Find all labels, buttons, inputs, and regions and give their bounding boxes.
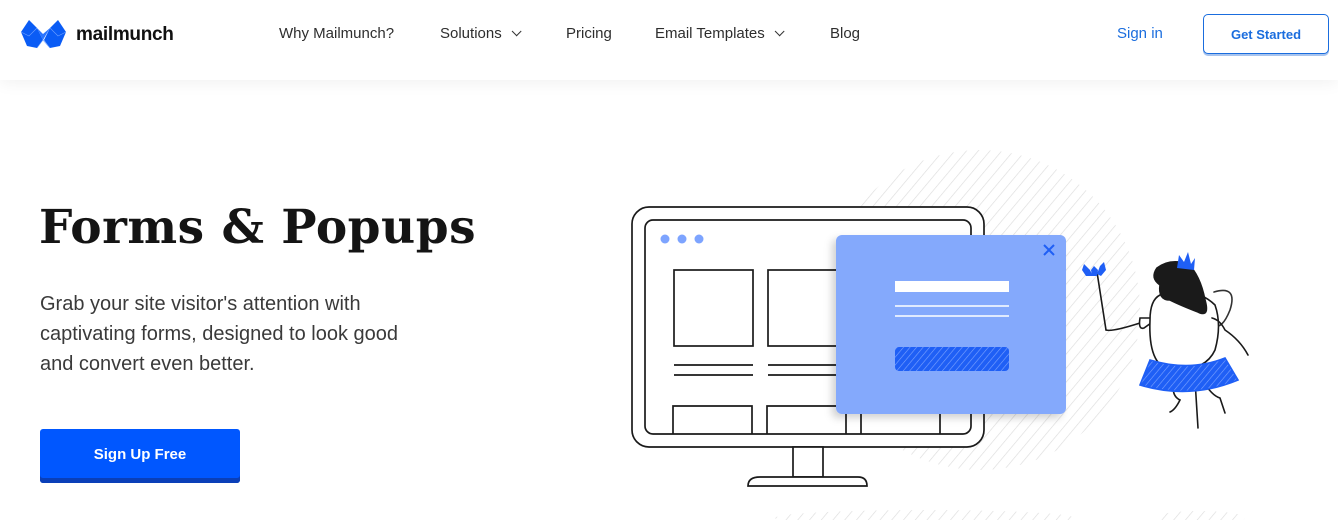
nav-label: Blog [830, 25, 861, 42]
window-dots [660, 234, 704, 244]
logo-text: mailmunch [76, 23, 174, 45]
hero-description: Grab your site visitor's attention with … [40, 293, 398, 375]
nav-label: Why Mailmunch? [279, 25, 395, 42]
nav-label: Email Templates [655, 25, 765, 42]
chevron-down-icon [774, 26, 785, 37]
nav-why-mailmunch[interactable]: Why Mailmunch? [279, 25, 394, 42]
nav-label: Pricing [566, 25, 612, 42]
logo-link[interactable]: mailmunch [19, 18, 174, 51]
hero-illustration [631, 150, 1249, 520]
nav-solutions[interactable]: Solutions [440, 25, 522, 42]
ground-shadow-small [1155, 511, 1245, 520]
sign-up-free-button[interactable]: Sign Up Free [40, 429, 240, 483]
nav-label: Solutions [440, 25, 502, 42]
sign-in-link[interactable]: Sign in [1117, 25, 1163, 42]
crown-icon [1177, 252, 1195, 270]
site-header: mailmunch Why Mailmunch? Solutions Prici… [0, 0, 1338, 80]
get-started-button[interactable]: Get Started [1203, 14, 1329, 54]
chevron-down-icon [511, 26, 522, 37]
ground-shadow [775, 510, 1075, 520]
nav-pricing[interactable]: Pricing [566, 25, 612, 42]
page-title: Forms & Popups [39, 200, 477, 255]
nav-blog[interactable]: Blog [830, 25, 860, 42]
mailmunch-logo-icon [20, 20, 67, 49]
popup-card [836, 235, 1066, 414]
nav-email-templates[interactable]: Email Templates [655, 25, 785, 42]
